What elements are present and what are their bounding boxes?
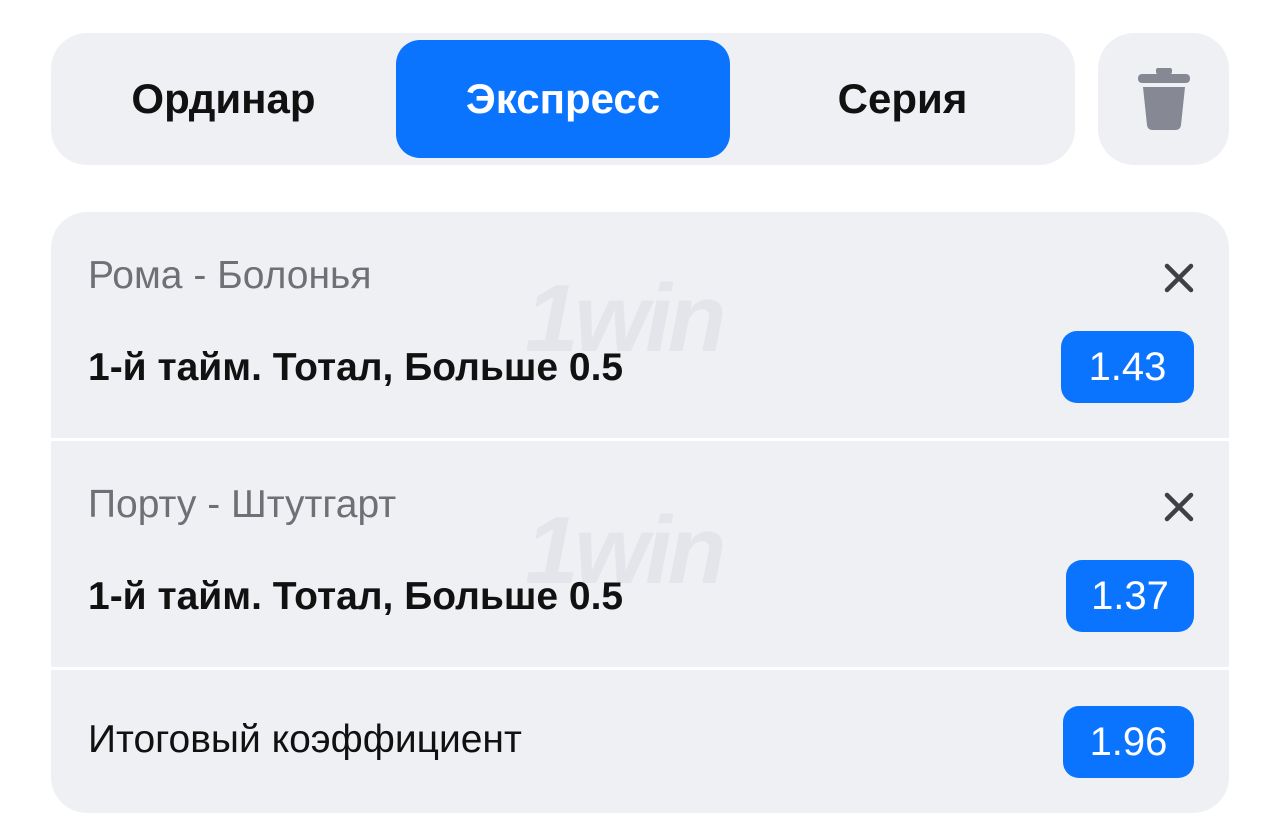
total-odds-label: Итоговый коэффициент [88, 718, 522, 761]
total-odds-row: Итоговый коэффициент 1.96 [51, 670, 1229, 813]
odd-badge: 1.37 [1066, 560, 1194, 632]
trash-icon [1137, 68, 1190, 130]
bet-match-name: Порту - Штутгарт [88, 483, 397, 526]
bet-market: 1-й тайм. Тотал, Больше 0.5 [88, 575, 624, 618]
close-icon[interactable] [1159, 258, 1199, 298]
tab-single[interactable]: Ординар [51, 40, 396, 158]
odd-badge: 1.43 [1061, 331, 1194, 403]
bet-item: Рома - Болонья 1-й тайм. Тотал, Больше 0… [51, 212, 1229, 438]
tab-express[interactable]: Экспресс [396, 40, 730, 158]
clear-betslip-button[interactable] [1098, 33, 1229, 165]
close-icon[interactable] [1159, 487, 1199, 527]
bet-match-name: Рома - Болонья [88, 254, 372, 297]
betslip-card: 1win 1win Рома - Болонья 1-й тайм. Тотал… [51, 212, 1229, 813]
bet-market: 1-й тайм. Тотал, Больше 0.5 [88, 346, 624, 389]
bet-type-tabs: Ординар Экспресс Серия [51, 33, 1075, 165]
bet-item: Порту - Штутгарт 1-й тайм. Тотал, Больше… [51, 441, 1229, 667]
total-odds-badge: 1.96 [1063, 706, 1194, 778]
tab-series[interactable]: Серия [730, 40, 1075, 158]
